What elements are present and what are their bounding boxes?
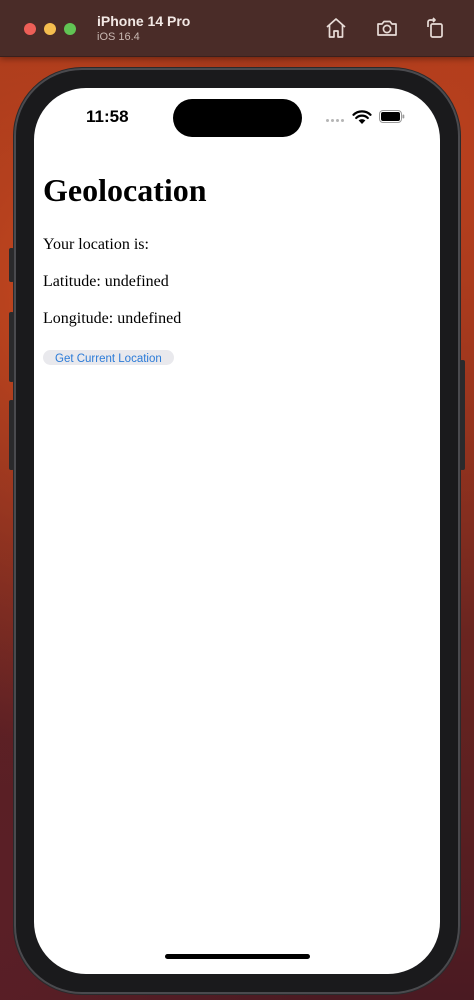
- battery-icon: [379, 110, 405, 123]
- window-minimize-button[interactable]: [44, 23, 56, 35]
- cellular-signal-icon: [326, 119, 348, 123]
- longitude-text: Longitude: undefined: [43, 310, 182, 327]
- page-title: Geolocation: [43, 172, 207, 208]
- simulator-title-bar: iPhone 14 Pro iOS 16.4: [0, 0, 474, 57]
- device-os-version: iOS 16.4: [97, 31, 140, 43]
- location-intro-text: Your location is:: [43, 236, 149, 253]
- screenshot-icon[interactable]: [375, 16, 399, 40]
- device-name: iPhone 14 Pro: [97, 13, 191, 29]
- latitude-text: Latitude: undefined: [43, 273, 169, 290]
- web-content: Geolocation Your location is: Latitude: …: [43, 168, 431, 367]
- home-icon[interactable]: [324, 16, 348, 40]
- window-zoom-button[interactable]: [64, 23, 76, 35]
- phone-power-button: [460, 360, 465, 470]
- rotate-icon[interactable]: [423, 16, 447, 40]
- phone-screen: 11:58 Geolocation Your location is: Lati…: [34, 88, 440, 974]
- wifi-icon: [352, 109, 372, 125]
- dynamic-island: [173, 99, 302, 137]
- status-time: 11:58: [86, 107, 129, 126]
- status-bar: 11:58: [34, 88, 440, 142]
- home-indicator[interactable]: [165, 954, 310, 959]
- window-close-button[interactable]: [24, 23, 36, 35]
- get-current-location-button[interactable]: Get Current Location: [43, 350, 174, 365]
